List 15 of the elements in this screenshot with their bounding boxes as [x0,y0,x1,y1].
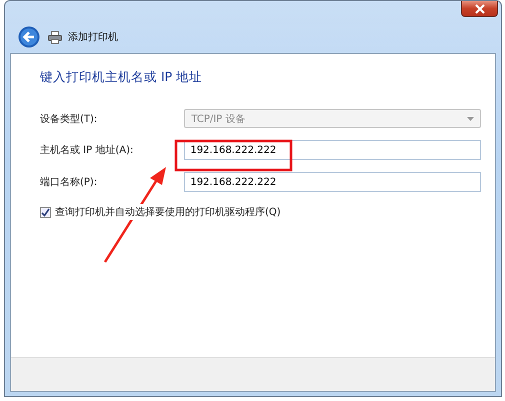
field-label: 主机名或 IP 地址(A): [40,144,134,157]
printer-icon [48,30,62,44]
field-label: 设备类型(T): [40,112,98,126]
input-field[interactable]: 192.168.222.222 [184,140,481,160]
back-button[interactable] [18,26,40,48]
checkbox[interactable] [40,206,51,218]
back-arrow-icon [18,26,40,48]
close-button[interactable] [461,1,498,17]
page-heading: 键入打印机主机名或 IP 地址 [40,69,204,86]
checkbox-label: 查询打印机并自动选择要使用的打印机驱动程序(Q) [55,204,281,220]
input-field[interactable]: 192.168.222.222 [184,172,481,192]
field-label: 端口名称(P): [40,176,98,189]
window-title: 添加打印机 [68,30,118,44]
close-icon [474,4,486,14]
dropdown-caret-icon [467,116,474,120]
